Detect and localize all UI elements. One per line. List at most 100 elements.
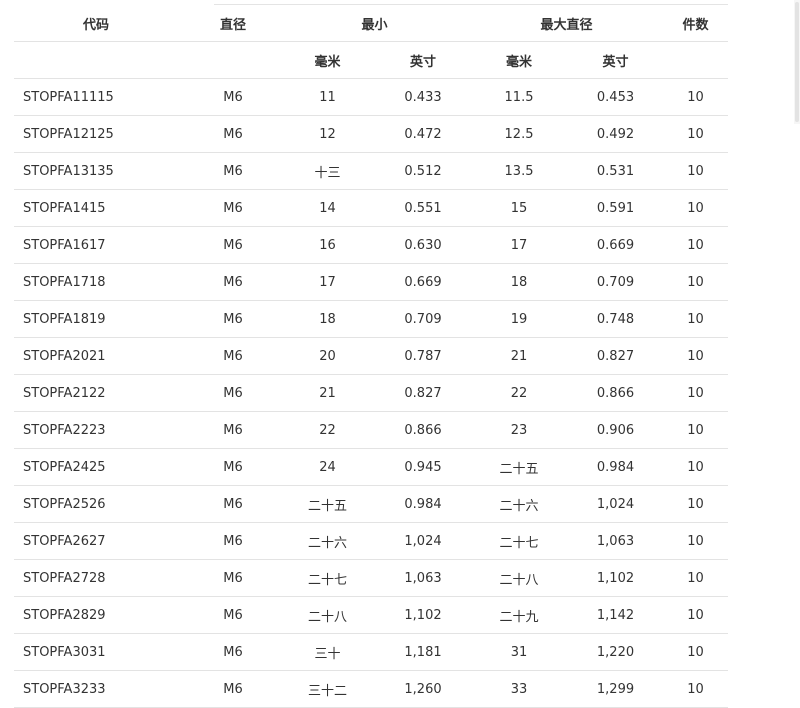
header-min: 最小 [279,5,471,42]
header-blank [663,41,729,79]
cell-max-inch: 1,102 [568,559,664,597]
cell-min-inch: 0.709 [376,300,471,338]
cell-thread: M6 [187,115,279,153]
table-row: STOPFA2627 M6 二十六 1,024 二十七 1,063 10 [14,522,729,560]
product-table-container: 代码 直径 最小 最大直径 件数 毫米 英寸 毫米 英寸 STOPFA11115… [14,4,729,708]
cell-max-inch: 0.453 [568,78,664,116]
cell-qty: 10 [663,300,729,338]
cell-min-inch: 1,024 [376,522,471,560]
cell-qty: 10 [663,226,729,264]
scrollbar-thumb[interactable] [795,2,799,122]
cell-code: STOPFA2425 [14,448,187,486]
header-blank [14,41,187,79]
cell-max-mm: 二十六 [470,485,569,523]
header-diameter: 直径 [187,5,279,42]
cell-qty: 10 [663,189,729,227]
table-row: STOPFA2122 M6 21 0.827 22 0.866 10 [14,374,729,412]
cell-qty: 10 [663,78,729,116]
cell-max-inch: 0.866 [568,374,664,412]
cell-qty: 10 [663,152,729,190]
cell-thread: M6 [187,670,279,708]
cell-min-inch: 0.512 [376,152,471,190]
cell-min-inch: 1,102 [376,596,471,634]
cell-thread: M6 [187,337,279,375]
cell-min-inch: 0.551 [376,189,471,227]
table-row: STOPFA1617 M6 16 0.630 17 0.669 10 [14,226,729,264]
cell-min-mm: 24 [279,448,376,486]
cell-min-inch: 0.669 [376,263,471,301]
cell-code: STOPFA2223 [14,411,187,449]
cell-max-mm: 15 [470,189,569,227]
header-pieces: 件数 [663,5,729,42]
cell-min-inch: 0.866 [376,411,471,449]
product-spec-table: 代码 直径 最小 最大直径 件数 毫米 英寸 毫米 英寸 STOPFA11115… [14,5,729,708]
vertical-scrollbar[interactable] [794,0,800,124]
cell-min-inch: 0.630 [376,226,471,264]
cell-thread: M6 [187,78,279,116]
cell-max-inch: 0.709 [568,263,664,301]
table-row: STOPFA12125 M6 12 0.472 12.5 0.492 10 [14,115,729,153]
cell-qty: 10 [663,337,729,375]
cell-thread: M6 [187,226,279,264]
cell-qty: 10 [663,670,729,708]
cell-qty: 10 [663,559,729,597]
cell-thread: M6 [187,485,279,523]
cell-code: STOPFA1617 [14,226,187,264]
cell-min-mm: 三十 [279,633,376,671]
cell-thread: M6 [187,522,279,560]
cell-max-inch: 1,024 [568,485,664,523]
cell-max-inch: 1,220 [568,633,664,671]
cell-min-mm: 三十二 [279,670,376,708]
header-code: 代码 [14,5,187,42]
cell-min-mm: 17 [279,263,376,301]
cell-min-mm: 二十六 [279,522,376,560]
table-row: STOPFA2728 M6 二十七 1,063 二十八 1,102 10 [14,559,729,597]
cell-max-inch: 0.748 [568,300,664,338]
table-row: STOPFA13135 M6 十三 0.512 13.5 0.531 10 [14,152,729,190]
cell-code: STOPFA3031 [14,633,187,671]
header-min-inch: 英寸 [376,41,471,79]
cell-thread: M6 [187,633,279,671]
cell-max-inch: 0.984 [568,448,664,486]
cell-min-inch: 1,260 [376,670,471,708]
cell-max-mm: 二十七 [470,522,569,560]
cell-code: STOPFA13135 [14,152,187,190]
cell-max-inch: 0.492 [568,115,664,153]
cell-code: STOPFA2627 [14,522,187,560]
cell-max-mm: 12.5 [470,115,569,153]
cell-qty: 10 [663,485,729,523]
cell-code: STOPFA1819 [14,300,187,338]
cell-min-mm: 14 [279,189,376,227]
cell-code: STOPFA12125 [14,115,187,153]
cell-qty: 10 [663,263,729,301]
cell-max-mm: 二十五 [470,448,569,486]
cell-code: STOPFA3233 [14,670,187,708]
table-row: STOPFA2829 M6 二十八 1,102 二十九 1,142 10 [14,596,729,634]
cell-thread: M6 [187,300,279,338]
cell-thread: M6 [187,263,279,301]
cell-min-inch: 0.433 [376,78,471,116]
table-row: STOPFA3031 M6 三十 1,181 31 1,220 10 [14,633,729,671]
cell-qty: 10 [663,411,729,449]
cell-max-mm: 31 [470,633,569,671]
table-body: STOPFA11115 M6 11 0.433 11.5 0.453 10 STOPFA121… [14,78,729,708]
cell-max-inch: 1,299 [568,670,664,708]
cell-max-mm: 11.5 [470,78,569,116]
cell-max-mm: 19 [470,300,569,338]
cell-qty: 10 [663,115,729,153]
cell-min-inch: 0.827 [376,374,471,412]
cell-max-inch: 0.531 [568,152,664,190]
cell-min-mm: 二十五 [279,485,376,523]
cell-max-inch: 0.591 [568,189,664,227]
cell-min-mm: 十三 [279,152,376,190]
table-header: 代码 直径 最小 最大直径 件数 毫米 英寸 毫米 英寸 [14,5,729,79]
cell-min-inch: 1,181 [376,633,471,671]
cell-min-mm: 11 [279,78,376,116]
table-row: STOPFA2425 M6 24 0.945 二十五 0.984 10 [14,448,729,486]
cell-min-inch: 0.787 [376,337,471,375]
table-row: STOPFA1718 M6 17 0.669 18 0.709 10 [14,263,729,301]
header-row-units: 毫米 英寸 毫米 英寸 [14,41,729,79]
cell-min-mm: 18 [279,300,376,338]
cell-max-mm: 33 [470,670,569,708]
cell-code: STOPFA1415 [14,189,187,227]
